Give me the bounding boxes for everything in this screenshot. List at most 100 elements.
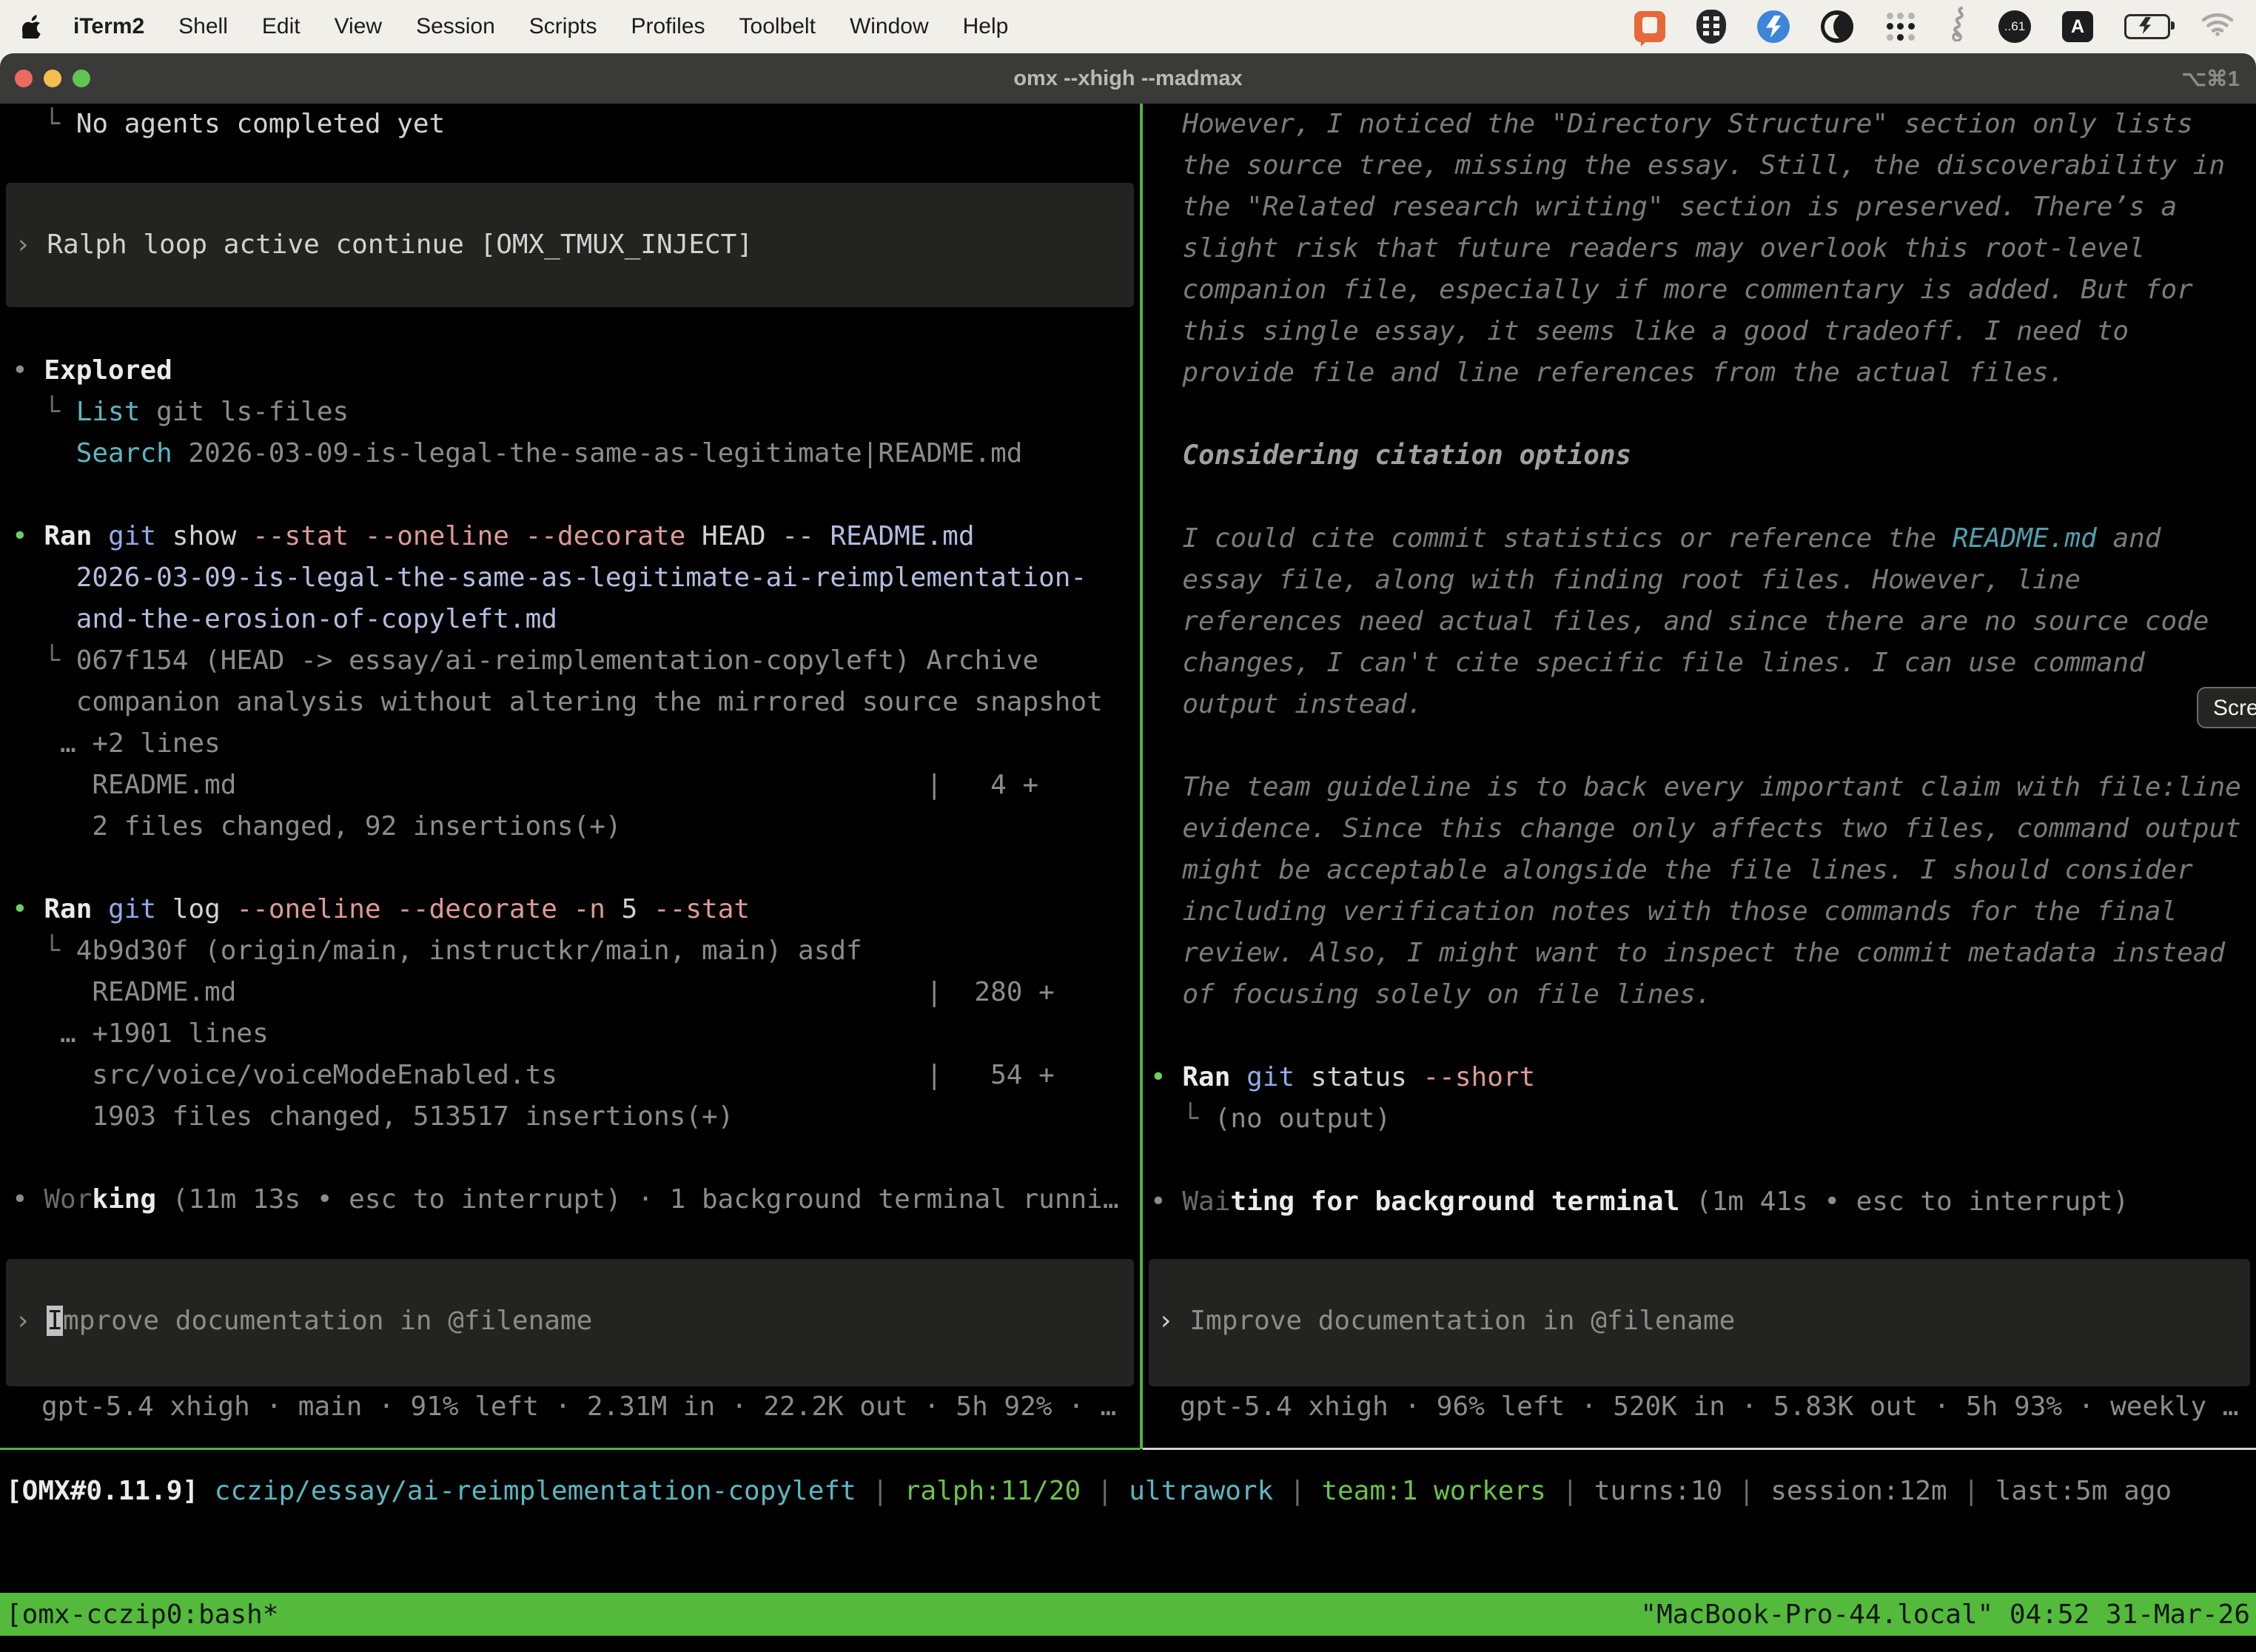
terminal-line: provide file and line references from th… <box>1150 352 2256 394</box>
dark-crescent-icon[interactable] <box>1821 10 1853 43</box>
text-segment: README.md <box>814 521 975 551</box>
prompt-input-box[interactable]: › Improve documentation in @filename <box>1149 1259 2250 1386</box>
terminal-line: • Ran git show --stat --oneline --decora… <box>12 516 1140 557</box>
tmux-host-clock-label: "MacBook-Pro-44.local" 04:52 31-Mar-26 <box>1640 1599 2250 1630</box>
text-segment: output instead. <box>1150 689 1423 719</box>
prompt-input-line[interactable]: › Improve documentation in @filename <box>15 1300 1134 1342</box>
text-segment: List <box>76 397 141 427</box>
terminal-line: the source tree, missing the essay. Stil… <box>1150 145 2256 187</box>
menu-item-toolbelt[interactable]: Toolbelt <box>739 14 816 39</box>
orange-chat-icon[interactable] <box>1634 11 1665 42</box>
input-source-a-icon[interactable]: A <box>2062 11 2093 42</box>
terminal-line: I could cite commit statistics or refere… <box>1150 518 2256 560</box>
screen-share-overlay-label: Scre <box>2213 696 2256 720</box>
text-segment: └ <box>12 109 76 139</box>
menu-item-help[interactable]: Help <box>963 14 1009 39</box>
text-segment: HEAD <box>685 521 782 551</box>
text-segment: this single essay, it seems like a good … <box>1150 316 2129 346</box>
text-segment: git <box>108 521 156 551</box>
text-segment: Considering citation options <box>1150 440 1631 471</box>
text-segment: git <box>1246 1062 1295 1092</box>
text-segment: companion file, especially if more comme… <box>1150 275 2193 305</box>
squiggle-icon[interactable] <box>1948 6 1967 47</box>
tmux-session-label: [omx-cczip0:bash* <box>6 1599 278 1630</box>
terminal-line: review. Also, I might want to inspect th… <box>1150 933 2256 974</box>
battery-charging-icon[interactable] <box>2124 14 2170 39</box>
terminal-line: slight risk that future readers may over… <box>1150 228 2256 269</box>
terminal-line: src/voice/voiceModeEnabled.ts | 54 + <box>12 1055 1140 1096</box>
prompt-input-box[interactable]: › Ralph loop active continue [OMX_TMUX_I… <box>6 183 1134 307</box>
menu-item-edit[interactable]: Edit <box>262 14 301 39</box>
text-segment: … +1901 lines <box>12 1018 269 1049</box>
window-title: omx --xhigh --madmax <box>0 67 2256 91</box>
menu-item-view[interactable]: View <box>335 14 382 39</box>
text-segment: Explored <box>44 355 172 386</box>
menu-item-iterm2[interactable]: iTerm2 <box>73 14 144 39</box>
text-segment: README.md | 4 + <box>12 770 1038 800</box>
text-segment: └ <box>12 397 76 427</box>
battery-percent-icon[interactable]: ..61 <box>1998 10 2031 43</box>
text-segment: README.md <box>1953 523 2097 554</box>
terminal-line: this single essay, it seems like a good … <box>1150 311 2256 352</box>
text-segment <box>198 1476 215 1506</box>
text-segment: --short <box>1423 1062 1536 1092</box>
terminal-line: might be acceptable alongside the file l… <box>1150 850 2256 891</box>
terminal-line: Search 2026-03-09-is-legal-the-same-as-l… <box>12 433 1140 474</box>
terminal-line: • Working (11m 13s • esc to interrupt) ·… <box>12 1179 1140 1220</box>
menu-item-shell[interactable]: Shell <box>178 14 228 39</box>
spacer <box>12 1138 1140 1179</box>
text-segment: changes, I can't cite specific file line… <box>1150 648 2145 678</box>
window-titlebar[interactable]: omx --xhigh --madmax ⌥⌘1 <box>0 53 2256 104</box>
spacer <box>1150 1223 2256 1259</box>
text-segment: I <box>47 1306 63 1336</box>
text-segment: src/voice/voiceModeEnabled.ts | 54 + <box>12 1060 1055 1090</box>
terminal-line: • Explored <box>12 350 1140 392</box>
shield-grid-icon[interactable] <box>1696 10 1726 44</box>
terminal-line: • Ran git log --oneline --decorate -n 5 … <box>12 889 1140 930</box>
text-segment: • <box>12 1184 44 1215</box>
text-segment: (no output) <box>1215 1104 1391 1134</box>
text-segment: gpt-5.4 xhigh · main · 91% left · 2.31M … <box>41 1391 1116 1422</box>
terminal-line: However, I noticed the "Directory Struct… <box>1150 104 2256 145</box>
menu-item-profiles[interactable]: Profiles <box>631 14 705 39</box>
prompt-input-line[interactable]: › Ralph loop active continue [OMX_TMUX_I… <box>15 224 1134 266</box>
menu-item-session[interactable]: Session <box>416 14 495 39</box>
dots-grid-icon[interactable] <box>1884 10 1917 43</box>
text-segment: of focusing solely on file lines. <box>1150 979 1712 1010</box>
menu-item-scripts[interactable]: Scripts <box>529 14 597 39</box>
macos-menu-bar: iTerm2 Shell Edit View Session Scripts Profile… <box>0 0 2256 53</box>
blue-bolt-icon[interactable] <box>1757 10 1790 43</box>
apple-menu-icon[interactable] <box>22 15 42 38</box>
text-segment: | <box>856 1476 904 1506</box>
terminal-line: The team guideline is to back every impo… <box>1150 767 2256 808</box>
text-segment: and <box>2097 523 2161 554</box>
text-segment: › <box>1158 1306 1189 1336</box>
menu-item-window[interactable]: Window <box>850 14 929 39</box>
terminal-line: └ List git ls-files <box>12 392 1140 433</box>
left-terminal-pane[interactable]: └ No agents completed yet› Ralph loop ac… <box>0 104 1140 1449</box>
text-segment: … +2 lines <box>12 728 221 759</box>
text-segment: └ <box>12 936 76 966</box>
text-segment: 5 <box>605 894 654 924</box>
text-segment: including verification notes with those … <box>1150 896 2177 927</box>
prompt-input-line[interactable]: › Improve documentation in @filename <box>1158 1300 2250 1342</box>
terminal-line: essay file, along with finding root file… <box>1150 560 2256 601</box>
spacer <box>12 307 1140 350</box>
wifi-icon[interactable] <box>2201 12 2234 42</box>
screen-share-overlay[interactable]: Scre <box>2197 687 2256 728</box>
spacer <box>1150 1015 2256 1057</box>
menubar-status-icons: ..61 A <box>1634 6 2256 47</box>
right-terminal-pane[interactable]: However, I noticed the "Directory Struct… <box>1143 104 2256 1449</box>
terminal-line: README.md | 280 + <box>12 972 1140 1013</box>
text-segment: ting for background terminal <box>1230 1186 1679 1217</box>
text-segment: 067f154 (HEAD -> essay/ai-reimplementati… <box>76 645 1038 676</box>
prompt-input-box[interactable]: › Improve documentation in @filename <box>6 1259 1134 1386</box>
text-segment: gpt-5.4 xhigh · 96% left · 520K in · 5.8… <box>1180 1391 2238 1422</box>
text-segment: cczip/essay/ai-reimplementation-copyleft <box>215 1476 856 1506</box>
terminal-line: the "Related research writing" section i… <box>1150 187 2256 228</box>
text-segment: references need actual files, and since … <box>1150 606 2209 637</box>
omx-status-line: [OMX#0.11.9] cczip/essay/ai-reimplementa… <box>0 1471 2256 1512</box>
terminal-line: and-the-erosion-of-copyleft.md <box>12 599 1140 640</box>
text-segment: Wai <box>1182 1186 1230 1217</box>
text-segment: --oneline --decorate -n <box>236 894 605 924</box>
